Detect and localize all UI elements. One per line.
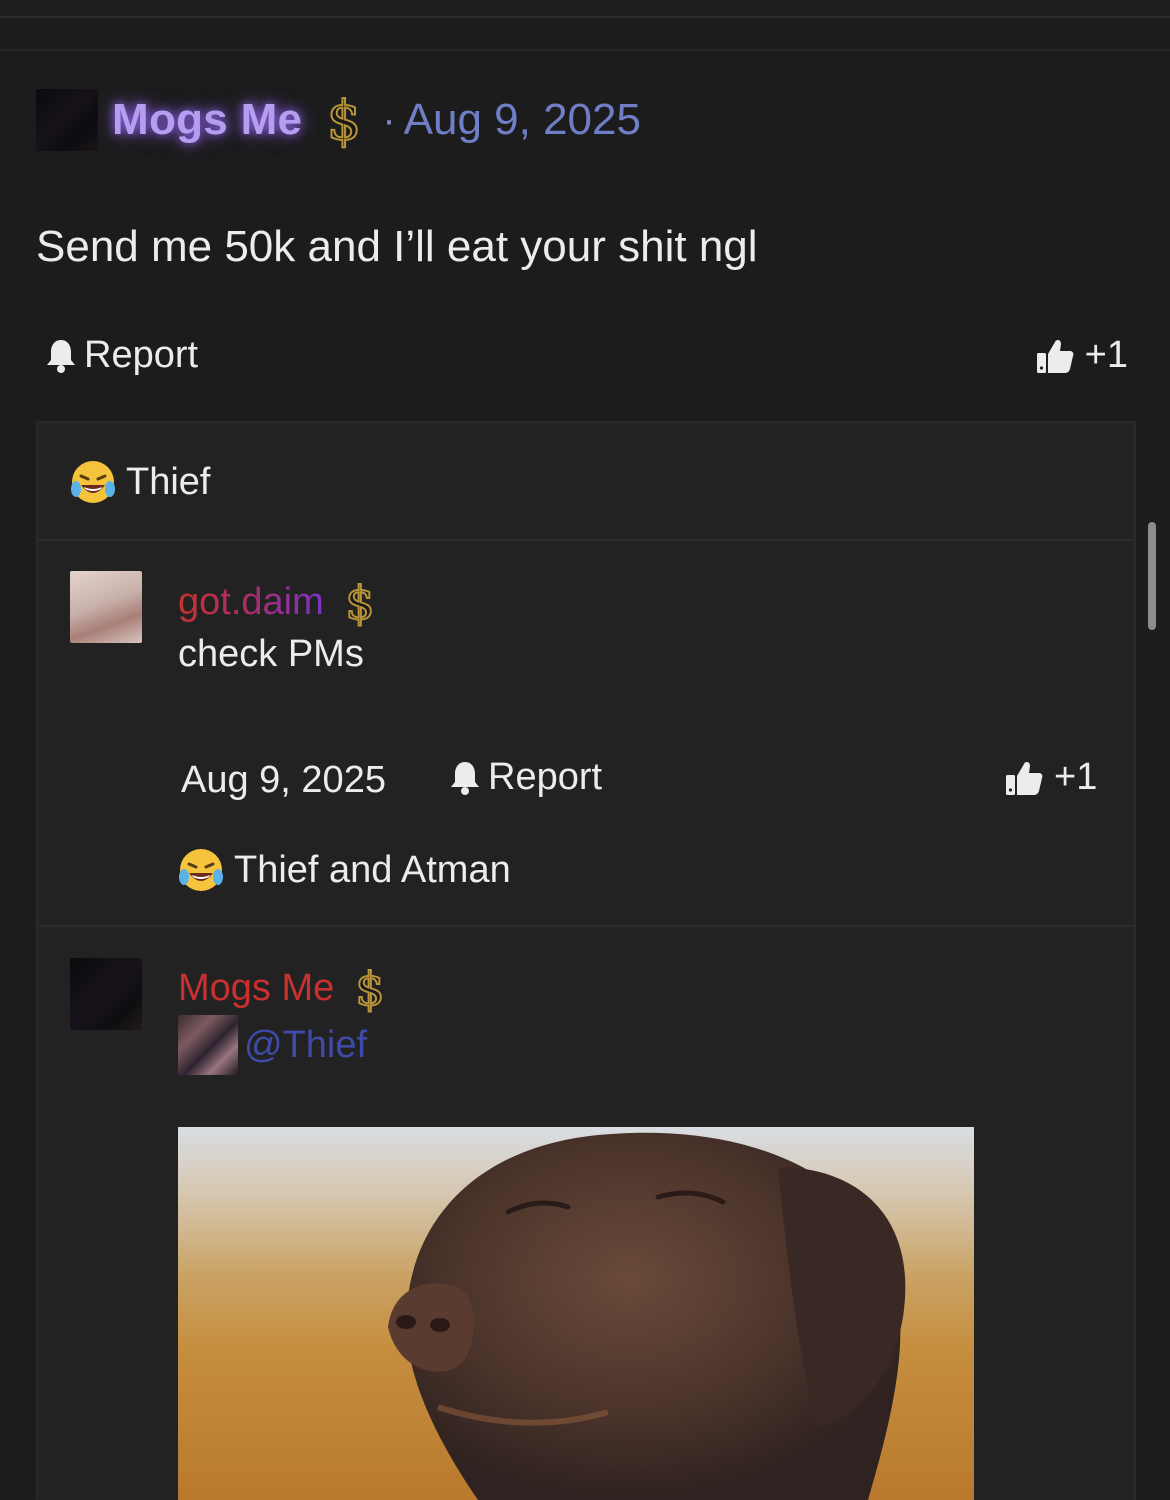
thread: Thief got.daim $ check PMs Aug 9, 2025 R…	[36, 421, 1136, 1500]
like-button[interactable]: +1	[1004, 756, 1097, 799]
bell-icon	[451, 761, 479, 795]
post-header: Mogs Me $ · Aug 9, 2025	[36, 88, 641, 152]
svg-text:$: $	[327, 91, 361, 149]
dog-photo	[388, 1132, 906, 1500]
like-count: +1	[1084, 334, 1128, 376]
divider	[38, 925, 1134, 927]
dollar-icon: $	[352, 963, 388, 1013]
reply-author-name: got.daim	[178, 580, 324, 623]
reply-date[interactable]: Aug 9, 2025	[181, 759, 386, 802]
separator: ·	[382, 97, 396, 142]
reply-avatar[interactable]	[70, 571, 142, 643]
reactors-text: Thief and Atman	[234, 848, 511, 891]
mention[interactable]: @Thief	[178, 1015, 367, 1075]
laughing-crying-emoji-icon	[71, 461, 115, 503]
report-label: Report	[84, 334, 199, 376]
reactions-row[interactable]: Thief and Atman	[178, 847, 511, 893]
thumbs-up-icon	[1036, 339, 1074, 373]
like-count: +1	[1054, 756, 1098, 798]
mention-label: @Thief	[244, 1023, 368, 1066]
reactors-text: Thief	[126, 460, 211, 503]
report-label: Report	[488, 756, 603, 798]
svg-text:$: $	[345, 577, 374, 627]
thumbs-up-icon	[1006, 761, 1043, 795]
report-button[interactable]: Report	[448, 756, 602, 799]
reply-author[interactable]: Mogs Me $	[178, 963, 388, 1013]
post-date[interactable]: Aug 9, 2025	[404, 95, 641, 145]
post-actions: Report +1	[44, 330, 1134, 386]
laughing-crying-emoji-icon	[179, 849, 223, 891]
reply-image[interactable]	[178, 1127, 974, 1500]
divider	[38, 539, 1134, 541]
author-avatar[interactable]	[36, 89, 98, 151]
dollar-icon: $	[342, 577, 378, 627]
bell-icon	[47, 339, 75, 373]
post-body: Send me 50k and I’ll eat your shit ngl	[36, 222, 758, 271]
reply-author-name: Mogs Me	[178, 966, 335, 1009]
report-button[interactable]: Report	[44, 334, 198, 377]
mention-avatar	[178, 1015, 238, 1075]
reactions-row[interactable]: Thief	[70, 459, 210, 505]
author-name[interactable]: Mogs Me	[112, 95, 302, 145]
scrollbar[interactable]	[1148, 522, 1156, 630]
reply-author[interactable]: got.daim $	[178, 577, 378, 627]
reply-avatar[interactable]	[70, 958, 142, 1030]
svg-text:$: $	[356, 963, 385, 1013]
reply-text: check PMs	[178, 633, 364, 675]
like-button[interactable]: +1	[1035, 334, 1128, 377]
dollar-icon: $	[324, 91, 364, 149]
top-bar	[0, 0, 1170, 18]
